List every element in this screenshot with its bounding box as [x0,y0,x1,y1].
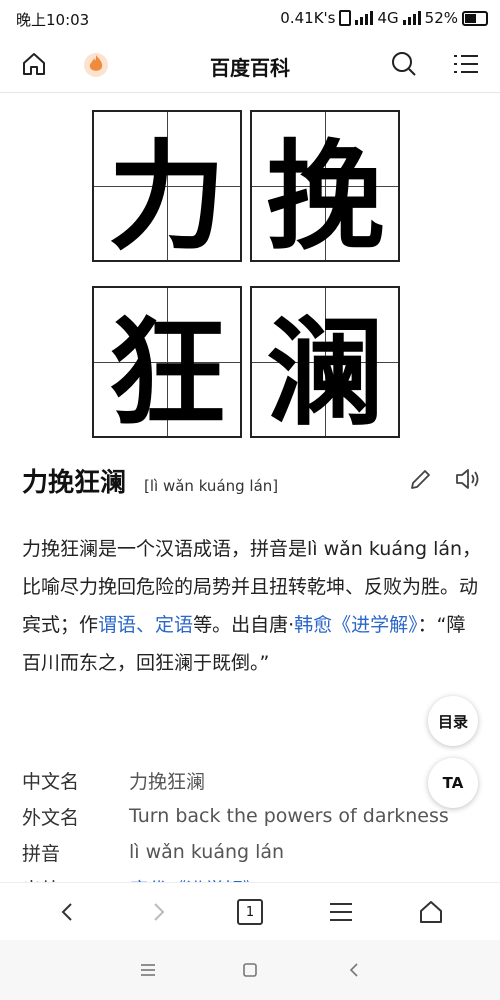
term-pinyin: [lì wǎn kuáng lán] [144,477,279,495]
signal-icon [355,11,374,25]
menu-icon[interactable] [450,48,482,80]
page-title: 百度百科 [210,56,290,80]
calligraphy-cell: 澜 [250,286,400,442]
ta-button[interactable]: TA [428,758,478,808]
bottom-toolbar: 1 [0,882,500,941]
calligraphy-char: 力 [107,126,226,266]
calligraphy-char: 狂 [107,302,226,442]
calligraphy-image[interactable]: 力 挽 狂 澜 [92,110,406,442]
quote-close: 》 [408,614,418,636]
calligraphy-cell: 挽 [250,110,400,266]
calligraphy-char: 澜 [265,302,384,442]
vibrate-icon [339,10,352,26]
signal-icon-2 [402,11,421,25]
link-attributive[interactable]: 定语 [155,614,193,636]
tab-count: 1 [237,899,263,925]
quote-open: 《 [332,614,352,636]
calligraphy-char: 挽 [265,126,384,266]
tabs-button[interactable]: 1 [235,897,265,927]
network-speed: 0.41K's [280,9,336,27]
home-nav-icon[interactable] [416,897,446,927]
link-jin-xue-jie[interactable]: 进学解 [351,614,408,636]
status-time: 晚上10:03 [16,11,90,29]
speaker-icon[interactable] [454,466,482,492]
network-type: 4G [377,9,399,27]
summary-text: 等。出自唐· [193,614,295,636]
summary-separator: 、 [136,614,156,636]
status-right: 0.41K's 4G 52% [280,9,488,27]
recent-apps-icon[interactable] [136,958,160,982]
toc-button[interactable]: 目录 [428,696,478,746]
info-value: Turn back the powers of darkness [129,805,449,827]
term-word: 力挽狂澜 [22,468,127,498]
system-back-icon[interactable] [342,958,366,982]
system-nav-bar [0,940,500,1000]
calligraphy-cell: 狂 [92,286,242,442]
battery-percent: 52% [424,9,458,27]
system-home-icon[interactable] [238,958,262,982]
battery-icon [462,10,488,26]
search-icon[interactable] [388,48,420,80]
info-value: 力挽狂澜 [129,770,206,793]
app-header: 百度百科 [0,36,500,92]
info-key: 中文名 [22,770,80,793]
term-heading: 力挽狂澜 [lì wǎn kuáng lán] [22,462,278,499]
info-row: 拼音 lì wǎn kuáng lán [22,834,492,870]
menu-lines-icon[interactable] [326,897,356,927]
info-value: lì wǎn kuáng lán [129,841,285,863]
status-bar: 晚上10:03 0.41K's 4G 52% [0,0,500,36]
link-predicate[interactable]: 谓语 [98,614,136,636]
link-han-yu[interactable]: 韩愈 [294,614,332,636]
back-icon[interactable] [53,897,83,927]
info-row: 外文名 Turn back the powers of darkness [22,798,492,834]
header-divider [0,92,500,93]
summary-paragraph: 力挽狂澜是一个汉语成语，拼音是lì wǎn kuáng lán，比喻尽力挽回危险… [22,530,482,682]
calligraphy-cell: 力 [92,110,242,266]
info-row: 中文名 力挽狂澜 [22,762,492,798]
edit-icon[interactable] [408,466,434,492]
info-key: 拼音 [22,842,61,865]
info-key: 外文名 [22,806,80,829]
forward-icon[interactable] [143,897,173,927]
